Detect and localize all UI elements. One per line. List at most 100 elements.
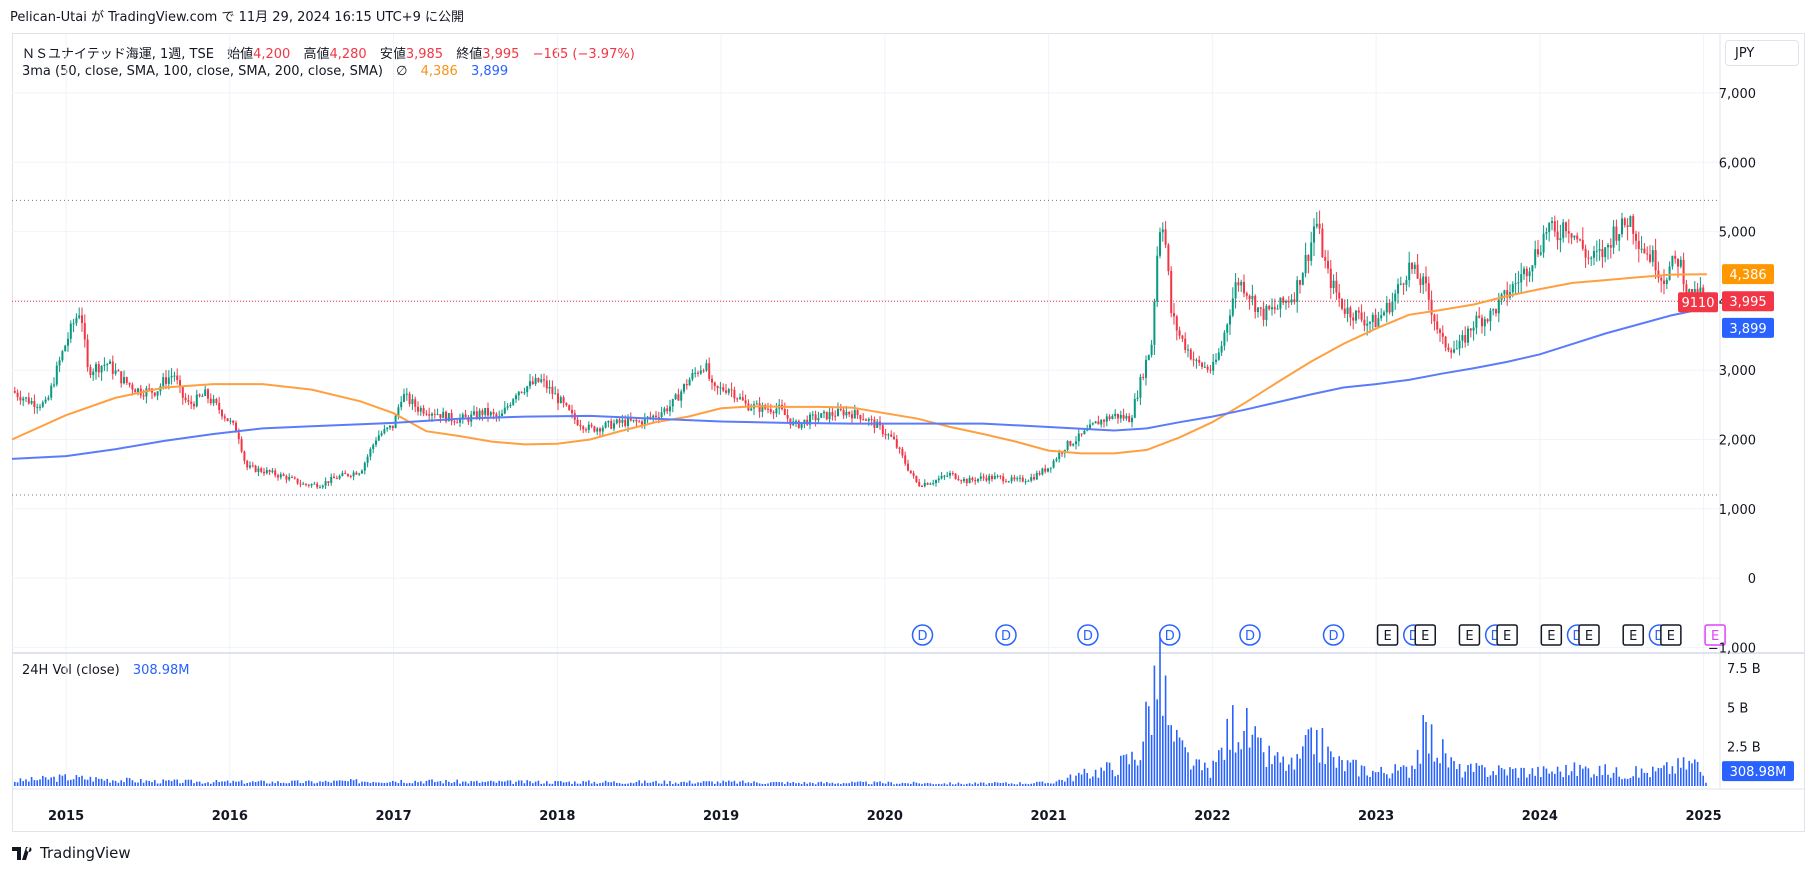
candle-body [1464, 335, 1467, 343]
volume-bar [162, 779, 164, 786]
candle-body [495, 414, 498, 417]
dividend-marker[interactable]: D [1159, 624, 1181, 646]
volume-bar [425, 780, 428, 786]
candle-body [568, 405, 571, 411]
ma100-price-tag: 4,386 [1722, 264, 1774, 285]
volume-bar [1072, 781, 1074, 786]
volume-bar [198, 781, 201, 786]
dividend-marker[interactable]: D [911, 624, 934, 646]
candle-body [53, 384, 55, 386]
candle-body [69, 323, 72, 339]
candle-body [1245, 293, 1248, 296]
candle-body [1248, 295, 1251, 300]
candle-body [921, 486, 923, 488]
volume-bar [1408, 777, 1410, 786]
earnings-marker[interactable]: E [1540, 624, 1563, 646]
volume-bar [168, 780, 170, 786]
candle-body [19, 397, 22, 401]
candle-body [750, 408, 753, 411]
candle-body [831, 412, 834, 416]
candle-body [1472, 327, 1475, 331]
earnings-marker[interactable]: E [1376, 624, 1399, 646]
volume-bar [123, 782, 125, 786]
volume-bar [467, 783, 470, 786]
candle-body [1231, 298, 1234, 316]
volume-bar [1548, 773, 1550, 786]
earnings-marker[interactable]: E [1414, 624, 1436, 646]
earnings-marker[interactable]: E [1578, 624, 1600, 646]
candle-body [512, 399, 515, 405]
candle-body [817, 417, 820, 421]
volume-bar [1447, 767, 1450, 786]
volume-bar [1106, 762, 1108, 786]
candle-body [862, 419, 865, 421]
volume-bar [408, 782, 411, 786]
candle-body [618, 419, 621, 423]
volume-bar [1646, 772, 1648, 786]
volume-bar [1492, 771, 1494, 786]
candle-body [391, 425, 394, 429]
earnings-marker[interactable]: E [1622, 624, 1644, 646]
candle-body [1184, 338, 1187, 350]
dividend-marker[interactable]: D [1239, 624, 1261, 646]
candle-body [663, 408, 666, 413]
volume-bar [534, 781, 537, 786]
candle-body [1623, 218, 1626, 226]
earnings-marker[interactable]: E [1458, 624, 1481, 646]
candle-body [601, 427, 604, 432]
candle-body [274, 470, 277, 476]
volume-bar [1078, 772, 1080, 786]
candle-body [39, 406, 41, 408]
volume-bar [658, 783, 660, 786]
earnings-marker[interactable]: E [1660, 624, 1682, 646]
candle-body [537, 378, 540, 382]
candle-body [184, 397, 187, 401]
candle-body [1150, 344, 1153, 356]
candle-body [772, 411, 775, 414]
dividend-marker[interactable]: D [1077, 624, 1099, 646]
candle-body [814, 414, 817, 421]
candle-body [823, 411, 825, 414]
candle-body [1049, 467, 1052, 469]
volume-bar [795, 783, 797, 786]
volume-bar [621, 783, 624, 786]
volume-bar [92, 781, 94, 786]
volume-bar [974, 782, 976, 786]
candle-body [652, 415, 655, 418]
candle-body [1447, 347, 1450, 351]
event-marker-label: E [1421, 629, 1429, 644]
volume-bar [481, 781, 484, 786]
volume-bar [1338, 756, 1340, 786]
dividend-marker[interactable]: D [1322, 624, 1345, 646]
candle-body [100, 365, 103, 373]
candle-body [1397, 284, 1399, 294]
price-chart[interactable]: DDDDDDEDEEDEEDEEDEE7,0006,0005,0004,0003… [0, 0, 1818, 874]
candle-body [1629, 216, 1632, 227]
volume-bar [515, 781, 517, 786]
dividend-marker[interactable]: D [995, 624, 1017, 646]
volume-bar [1164, 675, 1167, 786]
volume-bar [1428, 753, 1430, 786]
volume-bar [1374, 772, 1377, 786]
candle-body [1094, 421, 1097, 424]
candle-body [963, 478, 965, 482]
volume-bar [106, 778, 108, 786]
volume-bar [1514, 768, 1517, 786]
candle-body [109, 361, 111, 364]
volume-bar [520, 780, 523, 786]
volume-bar [159, 783, 162, 786]
candle-body [1021, 477, 1024, 482]
earnings-marker[interactable]: E [1496, 624, 1518, 646]
candle-body [55, 365, 58, 385]
candle-body [1539, 252, 1542, 255]
candle-body [587, 424, 590, 430]
candle-body [439, 414, 442, 418]
volume-bar [431, 779, 433, 786]
candle-body [487, 407, 489, 416]
volume-bar [1296, 754, 1298, 786]
volume-bar [742, 780, 744, 786]
candle-body [1156, 255, 1159, 302]
volume-bar [1162, 715, 1164, 786]
volume-bar [322, 781, 324, 786]
candle-body [271, 470, 274, 473]
